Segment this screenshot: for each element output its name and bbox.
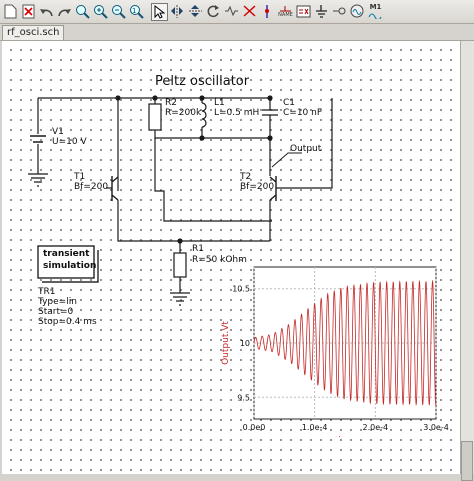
t1-name: T1 <box>74 172 86 182</box>
port-icon[interactable] <box>259 3 276 21</box>
chart-x-tick-label: 2.0e-4 <box>363 423 389 432</box>
r2-body <box>148 103 162 131</box>
sim-box-line1[interactable]: transient <box>43 249 89 259</box>
sim-box-line2[interactable]: simulation <box>43 261 96 271</box>
tab-bar: rf_osci.sch <box>0 24 474 41</box>
r1-body <box>173 252 187 278</box>
select-icon[interactable] <box>151 2 168 21</box>
v1-ground-icon <box>28 144 48 187</box>
junction-dot <box>267 95 273 101</box>
close-icon[interactable] <box>20 3 37 21</box>
c1-name: C1 <box>283 98 296 108</box>
junction-dot <box>115 95 121 101</box>
vertical-scrollbar-thumb[interactable] <box>461 441 473 481</box>
new-icon[interactable] <box>2 3 19 21</box>
chart-x-tick-label: 3.0e-4 <box>423 423 449 432</box>
r2-name: R2 <box>165 98 177 108</box>
redo-icon[interactable] <box>56 3 73 21</box>
chart-y-tick-label: 10 <box>240 339 250 348</box>
tr1-type: Type=lin <box>38 297 77 307</box>
l1-coil <box>201 102 207 128</box>
mirror-vertical-icon[interactable] <box>187 3 204 21</box>
schematic-title: Peltz oscillator <box>155 74 250 89</box>
tr1-start: Start=0 <box>38 307 74 317</box>
l1-name: L1 <box>214 98 225 108</box>
chart-y-axis-label: Output.Vt <box>221 321 231 365</box>
ground-icon[interactable] <box>313 3 330 21</box>
tr1-stop: Stop=0.4 ms <box>38 317 97 327</box>
name-label: NAME <box>278 12 293 18</box>
output-chart[interactable]: 0.0e0 1.0e-4 2.0e-4 3.0e-4 9.5 10 10.5 time Outp… <box>214 257 454 437</box>
vertical-scrollbar[interactable] <box>460 41 474 481</box>
toolbar-separator <box>146 3 150 21</box>
c1-capacitor <box>262 98 278 138</box>
chart-x-axis-label: time <box>335 436 356 437</box>
mirror-icon[interactable] <box>169 3 186 21</box>
junction-dot <box>267 135 273 141</box>
insert-icon[interactable] <box>331 3 348 21</box>
t1-transistor <box>111 176 119 201</box>
rotate-icon[interactable] <box>205 3 222 21</box>
junction-dot <box>177 238 183 244</box>
label-icon[interactable]: NAME <box>277 3 294 21</box>
undo-icon[interactable] <box>38 3 55 21</box>
deactivate-icon[interactable] <box>223 3 240 21</box>
svg-text:1: 1 <box>132 7 136 15</box>
junction-dot <box>199 95 205 101</box>
toolbar: 1 NAME M1 <box>0 0 474 24</box>
t2-name: T2 <box>240 172 252 182</box>
t1-value: Bf=200 <box>74 182 109 192</box>
v1-source-symbol <box>30 135 46 143</box>
chart-x-tick-label: 0.0e0 <box>243 423 266 432</box>
junction-dot <box>199 135 205 141</box>
r2-value: R=200k <box>165 108 202 118</box>
tr1-name: TR1 <box>38 287 56 297</box>
l1-wire-bottom <box>201 127 270 139</box>
junction-dot <box>152 95 158 101</box>
wire-icon[interactable] <box>241 3 258 21</box>
zoom-out-icon[interactable] <box>110 3 127 21</box>
v1-value: U=10 V <box>52 137 87 147</box>
m1-label: M1 <box>369 3 382 11</box>
simulate-icon[interactable] <box>349 3 366 21</box>
c1-value: C=10 nF <box>283 108 323 118</box>
r2-wire-bottom <box>154 130 202 139</box>
tab-rf-osci[interactable]: rf_osci.sch <box>2 25 65 40</box>
output-pointer <box>271 152 302 168</box>
l1-value: L=0.5 mH <box>214 108 260 118</box>
chart-x-tick-label: 1.0e-4 <box>302 423 328 432</box>
output-label: Output <box>290 144 322 154</box>
t2-value: Bf=200 <box>240 182 275 192</box>
marker-icon[interactable]: M1 <box>367 3 384 21</box>
zoom-fit-icon[interactable] <box>74 3 91 21</box>
equation-icon[interactable] <box>295 3 312 21</box>
t1-base-feedback-wire <box>154 138 272 222</box>
r1-name: R1 <box>192 244 204 254</box>
zoom-in-icon[interactable] <box>92 3 109 21</box>
schematic-canvas[interactable]: Peltz oscillator R2 R=200k L1 L=0.5 mH C… <box>2 41 460 474</box>
zoom-area-icon[interactable]: 1 <box>128 3 145 21</box>
v1-name: V1 <box>52 127 64 137</box>
r1-ground-icon <box>170 277 190 306</box>
chart-y-tick-label: 10.5 <box>232 285 250 294</box>
chart-y-tick-label: 9.5 <box>237 393 250 402</box>
